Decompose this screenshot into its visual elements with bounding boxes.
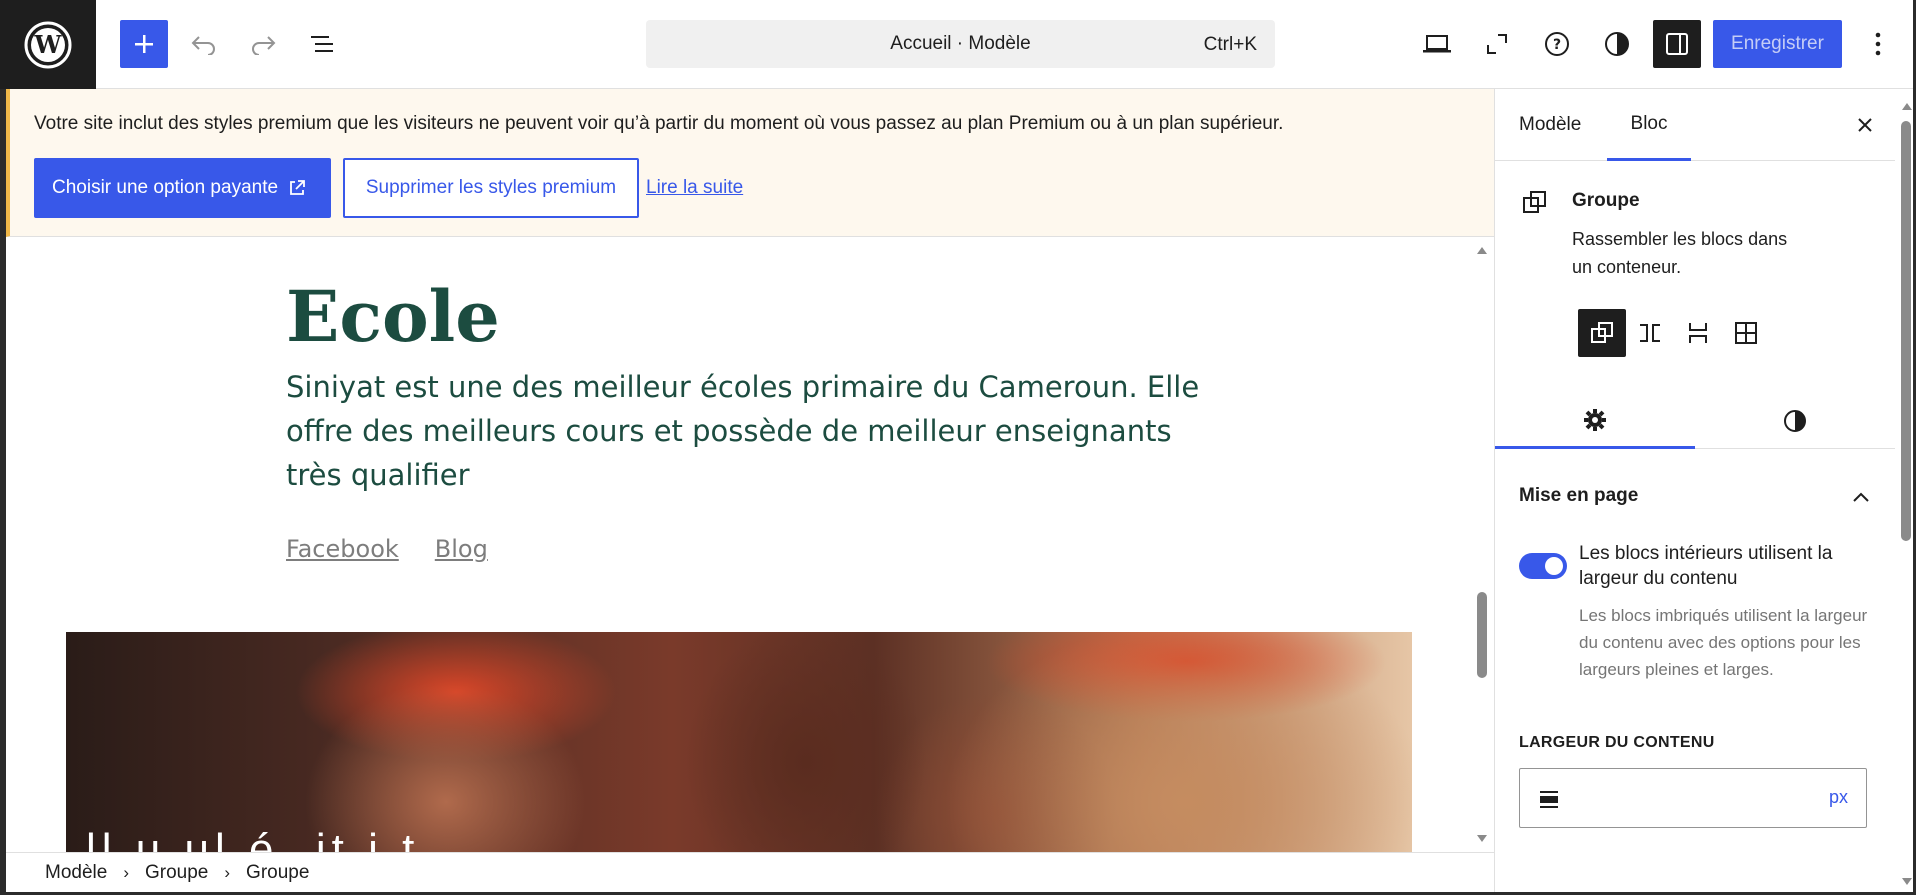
wordpress-logo-icon[interactable]: W <box>0 0 96 89</box>
nav-link-facebook[interactable]: Facebook <box>286 535 399 563</box>
inspector-tabs <box>1495 393 1895 449</box>
row-icon <box>1640 324 1660 342</box>
tab-template[interactable]: Modèle <box>1519 89 1581 161</box>
scroll-down-icon[interactable] <box>1476 834 1488 844</box>
premium-styles-notice: Votre site inclut des styles premium que… <box>6 89 1494 237</box>
group-icon <box>1591 322 1613 343</box>
chevron-right-icon: › <box>123 862 129 882</box>
scroll-up-icon[interactable] <box>1476 245 1488 255</box>
cover-image-block[interactable]: ll u ul é ,it i t <box>66 632 1412 852</box>
stack-icon <box>1689 323 1707 343</box>
sidebar-scroll-thumb[interactable] <box>1901 121 1911 541</box>
inner-blocks-width-toggle[interactable] <box>1519 553 1567 579</box>
width-unit-select[interactable]: px <box>1829 787 1848 808</box>
nav-link-blog[interactable]: Blog <box>435 535 488 563</box>
settings-gear-icon <box>1584 408 1606 431</box>
svg-text:?: ? <box>1553 37 1561 53</box>
list-view-button[interactable] <box>299 20 347 68</box>
block-breadcrumb: Modèle › Groupe › Groupe <box>6 852 1494 892</box>
toggle-label: Les blocs intérieurs utilisent la largeu… <box>1579 543 1833 589</box>
device-preview-button[interactable] <box>1413 20 1461 68</box>
block-variations <box>1578 309 1770 357</box>
undo-button[interactable] <box>180 20 228 68</box>
external-link-icon <box>290 180 305 195</box>
desktop-icon <box>1423 35 1451 53</box>
tab-block[interactable]: Bloc <box>1607 89 1691 161</box>
learn-more-link[interactable]: Lire la suite <box>646 177 743 199</box>
toggle-knob <box>1545 557 1563 575</box>
undo-icon <box>191 36 215 55</box>
editor-toolbar: W Accueil · Modèle Ctrl+K ? Enregistrer <box>0 0 1916 89</box>
document-title: Accueil · Modèle <box>890 33 1031 54</box>
help-icon: ? <box>1545 32 1569 56</box>
layout-panel-title[interactable]: Mise en page <box>1519 485 1638 507</box>
scroll-up-icon[interactable] <box>1901 101 1913 111</box>
command-shortcut: Ctrl+K <box>1203 34 1257 55</box>
site-tagline[interactable]: Siniyat est une des meilleur écoles prim… <box>286 365 1206 497</box>
view-site-button[interactable] <box>1473 20 1521 68</box>
more-vertical-icon <box>1875 32 1881 56</box>
site-navigation: Facebook Blog <box>286 535 488 563</box>
content-width-icon <box>1540 791 1558 808</box>
collapse-panel-button[interactable] <box>1845 481 1877 513</box>
command-palette-button[interactable]: Accueil · Modèle Ctrl+K <box>646 20 1275 68</box>
canvas-scrollbar[interactable] <box>1468 237 1494 852</box>
redo-button[interactable] <box>239 20 287 68</box>
content-width-label: LARGEUR DU CONTENU <box>1519 734 1715 751</box>
settings-sidebar-button[interactable] <box>1653 20 1701 68</box>
chevron-right-icon: › <box>224 862 231 882</box>
tab-settings[interactable] <box>1495 393 1695 449</box>
block-card-description: Rassembler les blocs dans un conteneur. <box>1572 229 1788 277</box>
toggle-help-text: Les blocs imbriqués utilisent la largeur… <box>1579 606 1868 679</box>
add-block-button[interactable] <box>120 20 168 68</box>
close-icon <box>1858 118 1872 132</box>
breadcrumb-item[interactable]: Groupe <box>145 862 208 884</box>
grid-icon <box>1735 322 1757 344</box>
canvas-scroll-thumb[interactable] <box>1477 592 1487 678</box>
expand-icon <box>1487 34 1507 54</box>
svg-text:W: W <box>34 30 63 59</box>
chevron-up-icon <box>1853 492 1869 502</box>
window-border <box>0 89 6 895</box>
upgrade-button[interactable]: Choisir une option payante <box>34 158 331 218</box>
variation-stack-button[interactable] <box>1674 309 1722 357</box>
variation-grid-button[interactable] <box>1722 309 1770 357</box>
remove-premium-styles-button[interactable]: Supprimer les styles premium <box>343 158 639 218</box>
scroll-down-icon[interactable] <box>1901 877 1913 887</box>
tab-styles[interactable] <box>1695 393 1895 449</box>
cover-text: ll u ul é ,it i t <box>86 825 421 852</box>
variation-group-button[interactable] <box>1578 309 1626 357</box>
close-sidebar-button[interactable] <box>1847 107 1883 143</box>
settings-sidebar: Modèle Bloc Groupe Rassembler les blocs … <box>1494 89 1916 895</box>
sidebar-tabs: Modèle Bloc <box>1495 89 1916 161</box>
breadcrumb-item[interactable]: Groupe <box>246 862 309 884</box>
more-options-button[interactable] <box>1854 20 1902 68</box>
breadcrumb-item[interactable]: Modèle <box>45 862 107 884</box>
site-title[interactable]: Ecole <box>286 275 500 358</box>
group-block-icon <box>1523 191 1546 213</box>
help-button[interactable]: ? <box>1533 20 1581 68</box>
list-view-icon <box>311 36 333 52</box>
editor-canvas[interactable]: Ecole Siniyat est une des meilleur école… <box>6 237 1494 852</box>
contrast-icon <box>1605 32 1629 56</box>
save-button[interactable]: Enregistrer <box>1713 20 1842 68</box>
content-width-input[interactable]: px <box>1519 768 1867 828</box>
notice-message: Votre site inclut des styles premium que… <box>34 113 1284 134</box>
upgrade-button-label: Choisir une option payante <box>52 177 279 198</box>
sidebar-icon <box>1666 33 1688 55</box>
variation-row-button[interactable] <box>1626 309 1674 357</box>
plus-icon <box>135 35 153 53</box>
redo-icon <box>252 36 276 55</box>
styles-button[interactable] <box>1593 20 1641 68</box>
block-card-title: Groupe <box>1572 190 1640 211</box>
styles-half-circle-icon <box>1784 410 1806 432</box>
